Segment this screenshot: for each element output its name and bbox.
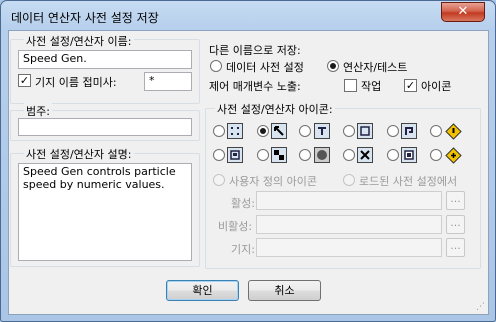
inactive-icon-browse-button[interactable]: ... [446,215,465,234]
resize-grip-icon[interactable]: ⋰ [476,302,486,312]
name-group-legend: 사전 설정/연산자 이름: [24,33,134,49]
icon-group-legend: 사전 설정/연산자 아이콘: [215,101,335,117]
dialog-window: 데이터 연산자 사전 설정 저장 ✕ 사전 설정/연산자 이름: Speed G… [0,0,496,322]
loaded-preset-label: 로드된 사전 설정에서 [359,175,458,188]
description-textarea[interactable]: Speed Gen controls particle speed by num… [18,163,192,261]
inactive-icon-label: 비활성: [218,220,253,233]
save-as-data-preset-radio[interactable] [210,60,222,72]
default-icon-browse-button[interactable]: ... [446,238,465,257]
close-button[interactable]: ✕ [441,2,485,22]
frame-icon [357,123,373,139]
check-mark-icon: ✓ [405,79,416,92]
icon-radio-5[interactable] [387,125,399,137]
save-as-data-preset-label: 데이터 사전 설정 [226,61,304,74]
box-icon [227,147,243,163]
check-mark-icon: ✓ [19,74,30,87]
save-as-label: 다른 이름으로 저장: [209,44,301,57]
title-bar: 데이터 연산자 사전 설정 저장 ✕ [1,1,495,31]
user-icon-label: 사용자 정의 아이콘 [229,175,317,188]
suffix-checkbox[interactable]: ✓ [18,74,31,87]
active-icon-browse-button[interactable]: ... [446,191,465,210]
icon-radio-7[interactable] [213,149,225,161]
arrow-diagonal-icon [271,123,287,139]
pin-icon [314,123,330,139]
x-box-icon [357,147,373,163]
icon-radio-8[interactable] [257,149,269,161]
suffix-input[interactable]: * [144,72,192,91]
icon-radio-2[interactable] [257,125,269,137]
icon-radio-12[interactable] [430,149,442,161]
save-as-operator-radio[interactable] [327,60,339,72]
icon-radio-9[interactable] [299,149,311,161]
expose-icon-checkbox[interactable]: ✓ [404,79,417,92]
grid-dots-icon [227,123,243,139]
icon-radio-11[interactable] [387,149,399,161]
icon-radio-3[interactable] [299,125,311,137]
inactive-icon-input[interactable] [256,215,442,234]
ok-button[interactable]: 확인 [166,280,239,301]
expose-label: 제어 매개변수 노출: [209,80,301,93]
description-legend: 사전 설정/연산자 설명: [24,146,134,162]
cancel-button[interactable]: 취소 [248,280,321,301]
user-icon-radio[interactable] [213,174,225,186]
default-icon-input[interactable] [256,238,442,257]
warning-diamond-plus-icon [445,147,462,164]
warning-diamond-icon [445,123,462,140]
sphere-icon [314,147,330,163]
icon-radio-4[interactable] [343,125,355,137]
bracket-icon [401,123,417,139]
default-icon-label: 기지: [231,243,255,256]
active-icon-label: 활성: [231,197,255,210]
expose-icon-label: 아이콘 [421,80,452,93]
icon-radio-1[interactable] [213,125,225,137]
active-icon-input[interactable] [256,191,442,210]
expose-action-checkbox[interactable] [344,79,357,92]
preset-name-input[interactable]: Speed Gen. [18,50,192,69]
loaded-preset-radio[interactable] [343,174,355,186]
category-input[interactable] [18,118,192,136]
checker-icon [271,147,287,163]
cube-icon [401,147,417,163]
expose-action-label: 작업 [361,80,382,93]
icon-radio-6[interactable] [430,125,442,137]
save-as-operator-label: 연산자/테스트 [343,61,408,74]
dialog-body: 사전 설정/연산자 이름: Speed Gen. ✓ 기지 이름 접미사: * … [8,30,489,315]
icon-radio-10[interactable] [343,149,355,161]
category-legend: 범주: [24,103,52,119]
window-title: 데이터 연산자 사전 설정 저장 [11,11,159,25]
suffix-label: 기지 이름 접미사: [35,76,117,89]
